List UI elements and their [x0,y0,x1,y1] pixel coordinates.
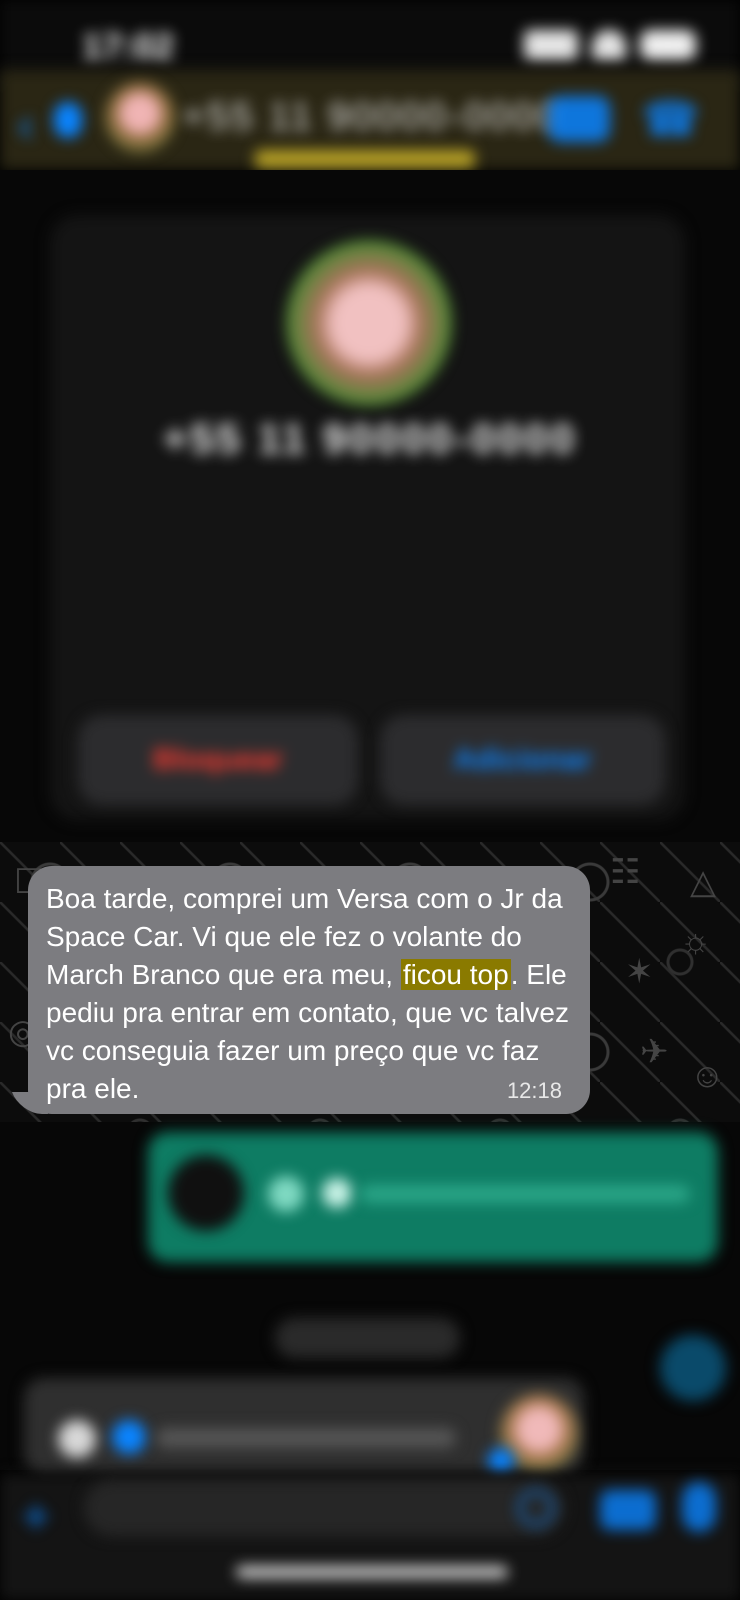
block-button-label: Bloquear [152,743,284,776]
playhead-icon[interactable] [322,1178,352,1208]
doodle-icon: ✶ [625,953,654,991]
status-icons [524,30,696,60]
profile-avatar [286,240,452,406]
message-text: Boa tarde, comprei um Versa com o Jr da … [46,880,572,1108]
add-contact-button-label: Adicionar [453,743,592,776]
doodle-icon: ☺ [690,1057,725,1095]
status-time: 17:02 [82,26,175,67]
header-subtitle [255,150,475,168]
date-separator [275,1318,460,1358]
play-icon[interactable] [58,1420,96,1458]
message-highlight: ficou top [400,959,511,990]
home-indicator [236,1566,508,1578]
sticker-icon[interactable] [518,1490,554,1526]
add-contact-button[interactable]: Adicionar [380,715,665,805]
waveform[interactable] [360,1185,690,1203]
mic-badge-icon [488,1448,514,1474]
contact-name[interactable]: +55 11 90000-0000 [182,96,561,139]
incoming-message-bubble[interactable]: Boa tarde, comprei um Versa com o Jr da … [28,866,590,1114]
phone-icon[interactable]: ☎ [642,92,699,146]
camera-icon[interactable] [600,1490,656,1530]
message-timestamp: 12:18 [506,1078,562,1103]
block-button[interactable]: Bloquear [78,715,358,805]
doodle-icon: ✈ [640,1033,669,1071]
avatar[interactable] [105,82,175,152]
waveform[interactable] [156,1428,456,1448]
playhead-icon[interactable] [112,1420,146,1454]
play-icon[interactable] [268,1176,304,1212]
video-call-icon[interactable] [548,96,610,142]
doodle-icon: ☼ [680,922,712,960]
battery-icon [640,30,696,60]
message-input[interactable] [84,1480,564,1536]
scroll-down-icon[interactable] [660,1335,726,1401]
plus-icon[interactable]: + [22,1490,50,1545]
doodle-icon: ☷ [610,853,641,891]
mic-icon[interactable] [682,1482,716,1532]
unread-count-badge [54,102,82,138]
voice-avatar [168,1155,244,1231]
chevron-left-icon[interactable]: ‹ [18,98,34,153]
signal-icon [524,30,578,60]
doodle-icon: △ [690,863,717,901]
profile-name: +55 11 90000-0000 [162,415,578,462]
wifi-icon [592,30,626,60]
